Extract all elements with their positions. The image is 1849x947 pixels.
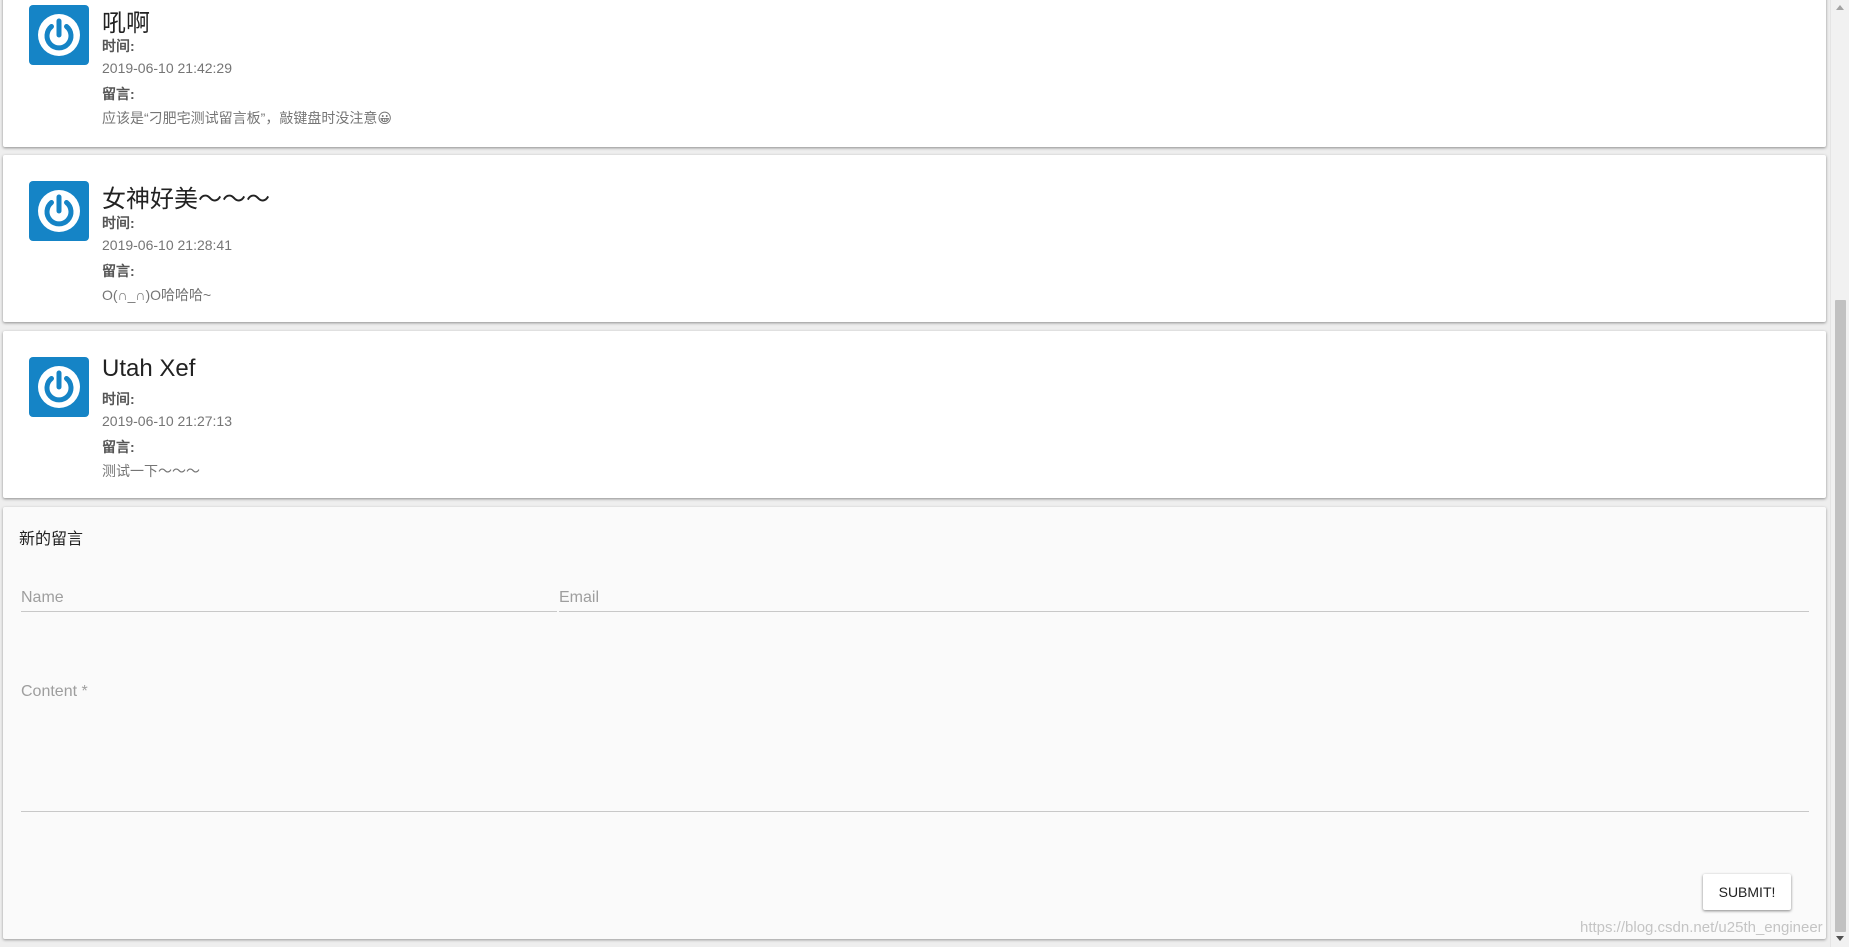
content-field: [21, 683, 1809, 812]
message-card: 女神好美～～～ 时间: 2019-06-10 21:28:41 留言: O(∩_…: [3, 155, 1826, 322]
message-content: O(∩_∩)O哈哈哈~: [102, 287, 212, 303]
scrollbar-thumb[interactable]: [1835, 300, 1846, 932]
power-icon: [38, 366, 80, 408]
message-time: 2019-06-10 21:27:13: [102, 413, 232, 429]
content-label: 留言:: [102, 86, 135, 102]
message-author: 女神好美～～～: [102, 186, 270, 213]
message-time: 2019-06-10 21:42:29: [102, 60, 232, 76]
time-label: 时间:: [102, 38, 135, 54]
message-author: 吼啊: [102, 10, 150, 37]
power-icon: [38, 14, 80, 56]
power-icon: [38, 190, 80, 232]
message-time: 2019-06-10 21:28:41: [102, 237, 232, 253]
name-field: [21, 589, 557, 612]
avatar: [29, 357, 89, 417]
scroll-down-arrow-icon[interactable]: [1836, 936, 1844, 941]
content-label: 留言:: [102, 439, 135, 455]
vertical-scrollbar[interactable]: [1830, 0, 1849, 947]
avatar: [29, 181, 89, 241]
message-card: Utah Xef 时间: 2019-06-10 21:27:13 留言: 测试一…: [3, 331, 1826, 498]
time-label: 时间:: [102, 215, 135, 231]
email-input[interactable]: [559, 589, 1809, 607]
message-author: Utah Xef: [102, 355, 196, 382]
new-message-form: 新的留言 SUBMIT!: [3, 507, 1826, 939]
avatar: [29, 5, 89, 65]
page-viewport: 吼啊 时间: 2019-06-10 21:42:29 留言: 应该是“刁肥宅测试…: [0, 0, 1830, 947]
time-label: 时间:: [102, 391, 135, 407]
content-textarea[interactable]: [21, 683, 1809, 807]
message-card: 吼啊 时间: 2019-06-10 21:42:29 留言: 应该是“刁肥宅测试…: [3, 0, 1826, 147]
content-label: 留言:: [102, 263, 135, 279]
form-title: 新的留言: [19, 531, 84, 548]
message-content: 应该是“刁肥宅测试留言板”，敲键盘时没注意😀: [102, 110, 392, 126]
message-content: 测试一下～～～: [102, 463, 200, 479]
scroll-up-arrow-icon[interactable]: [1836, 5, 1844, 10]
watermark: https://blog.csdn.net/u25th_engineer: [1580, 919, 1823, 936]
submit-button[interactable]: SUBMIT!: [1703, 874, 1791, 910]
email-field: [559, 589, 1809, 612]
name-input[interactable]: [21, 589, 557, 607]
